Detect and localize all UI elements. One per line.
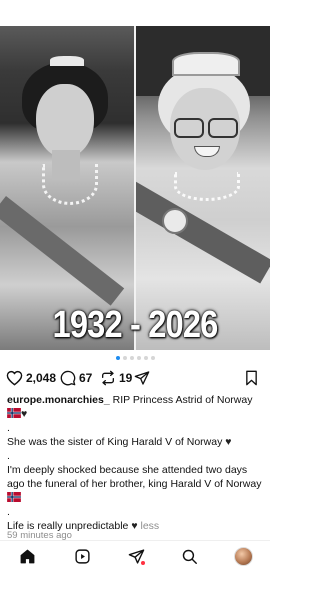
carousel-dot: [150, 356, 155, 360]
system-nav-area: [0, 571, 270, 600]
repost-arrows-icon: [102, 370, 114, 386]
search-icon: [182, 549, 197, 564]
avatar: [233, 546, 253, 566]
carousel-dot: [129, 356, 134, 360]
paper-plane-icon: [134, 371, 150, 385]
notification-dot: [141, 561, 145, 565]
home-icon: [20, 549, 34, 563]
post-caption: europe.monarchies_ RIP Princess Astrid o…: [7, 393, 265, 533]
like-button[interactable]: 2,048: [6, 366, 56, 390]
tab-search[interactable]: [179, 546, 199, 566]
repost-button[interactable]: 19: [100, 366, 132, 390]
heart-outline-icon: [6, 370, 23, 386]
norway-flag-icon: [7, 408, 21, 418]
caption-dot-3: .: [7, 506, 10, 518]
repost-count: 19: [119, 371, 133, 385]
carousel-indicator: [0, 354, 270, 362]
tab-reels[interactable]: [72, 546, 92, 566]
caption-dot-2: .: [7, 450, 10, 462]
years-overlay-text: 1932 - 2026: [52, 304, 219, 346]
status-bar-area: [0, 0, 270, 26]
post-image-carousel[interactable]: 1932 - 2026: [0, 26, 270, 350]
post-actions-bar: 2,048 67 19: [0, 366, 270, 390]
norway-flag-icon: [7, 492, 21, 502]
black-heart-icon: ♥: [225, 436, 232, 448]
photo-young-princess: [0, 26, 134, 350]
caption-line-3: I'm deeply shocked because she attended …: [7, 464, 262, 490]
black-heart-icon: ♥: [131, 520, 138, 532]
comment-button[interactable]: 67: [60, 366, 92, 390]
caption-line-1: RIP Princess Astrid of Norway: [109, 394, 253, 406]
tab-messages[interactable]: [126, 546, 146, 566]
bottom-tab-bar: [0, 540, 270, 571]
carousel-dot: [136, 356, 141, 360]
black-heart-icon: ♥: [21, 408, 28, 420]
bookmark-icon: [246, 370, 257, 386]
save-button[interactable]: [244, 366, 259, 390]
photo-elderly-princess: [136, 26, 270, 350]
comment-bubble-icon: [60, 370, 76, 386]
caption-dot-1: .: [7, 422, 10, 434]
comment-count: 67: [79, 371, 93, 385]
reels-icon: [74, 548, 90, 564]
caption-username[interactable]: europe.monarchies_: [7, 394, 110, 406]
tab-home[interactable]: [17, 546, 37, 566]
share-button[interactable]: [134, 366, 150, 390]
carousel-dot: [122, 356, 127, 360]
tab-profile[interactable]: [233, 546, 253, 566]
carousel-dot: [115, 356, 120, 360]
caption-line-2: She was the sister of King Harald V of N…: [7, 436, 223, 448]
caption-less-link[interactable]: less: [140, 520, 159, 532]
like-count: 2,048: [26, 371, 57, 385]
carousel-dot: [143, 356, 148, 360]
